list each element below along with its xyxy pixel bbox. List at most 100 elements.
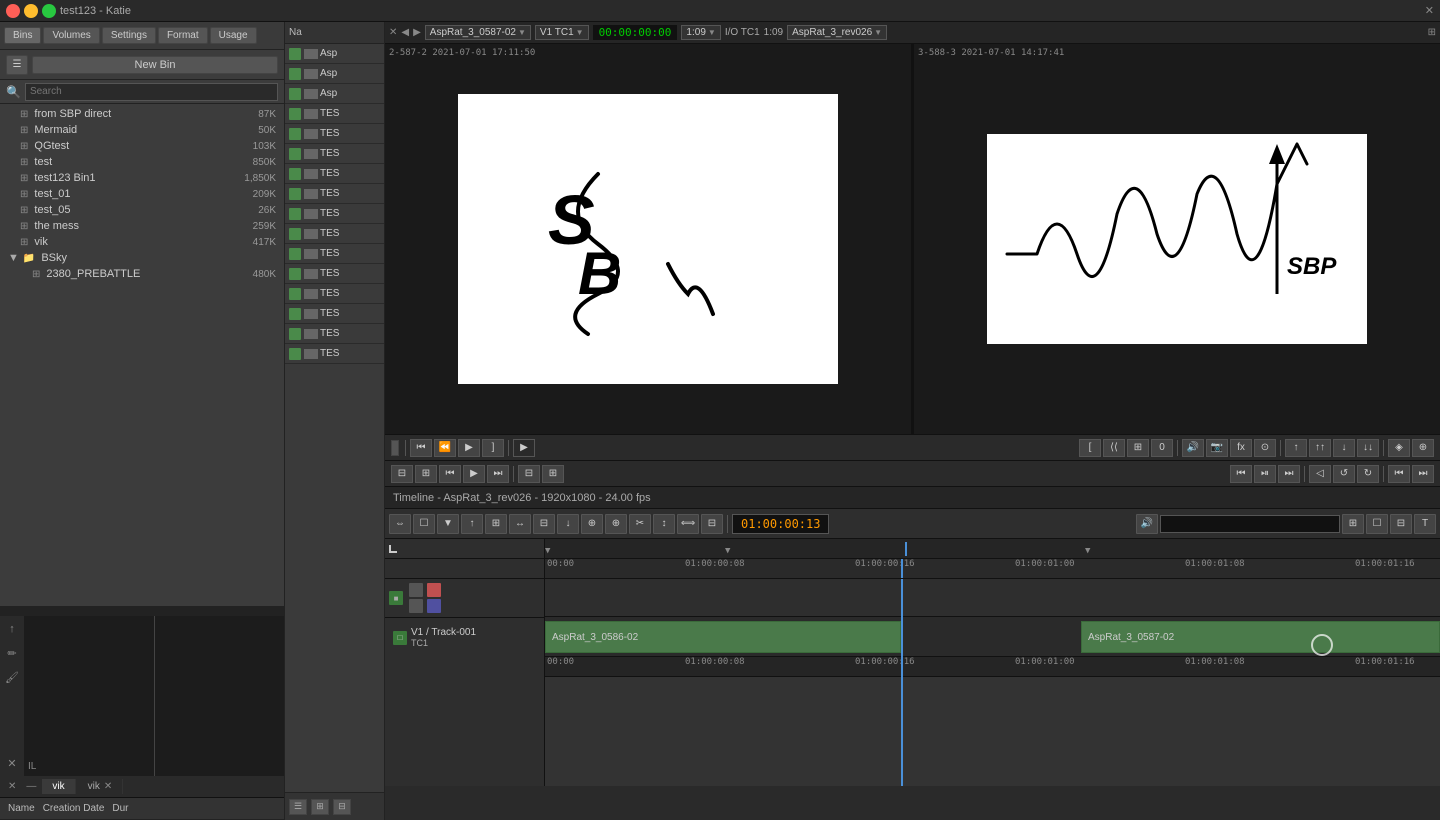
overwrite-btn[interactable]: ↓ — [1333, 439, 1355, 457]
pencil-icon[interactable]: ✏ — [3, 644, 21, 662]
tc-mode-dropdown[interactable]: V1 TC1 ▼ — [535, 25, 589, 40]
mark-in-2[interactable]: [ — [1079, 439, 1101, 457]
grid-view-btn[interactable]: ☰ — [6, 55, 28, 75]
tb2-1[interactable]: ⊟ — [391, 465, 413, 483]
bin-item[interactable]: ⊞vik417K — [0, 234, 284, 250]
tb2-end2[interactable]: ⏯ — [1254, 465, 1276, 483]
track-btn-2[interactable] — [409, 599, 423, 613]
bin-row[interactable]: TES — [285, 224, 384, 244]
tl-tool-3[interactable]: ▼ — [437, 514, 459, 534]
tb2-end6[interactable]: ↻ — [1357, 465, 1379, 483]
search-input[interactable] — [25, 83, 278, 101]
collapse-icon[interactable]: — — [22, 781, 40, 792]
mark-in-btn[interactable] — [391, 440, 399, 456]
move-clip-btn[interactable]: ⊕ — [1412, 439, 1434, 457]
bin-row[interactable]: TES — [285, 184, 384, 204]
close-btn[interactable] — [6, 4, 20, 18]
audio-btn[interactable]: 🔊 — [1182, 439, 1204, 457]
tl-tool-12[interactable]: ↕ — [653, 514, 675, 534]
tl-tool-4[interactable]: ↑ — [461, 514, 483, 534]
bin-item[interactable]: ⊞test850K — [0, 154, 284, 170]
mark-0-btn[interactable]: 0 — [1151, 439, 1173, 457]
tl-tool-11[interactable]: ✂ — [629, 514, 651, 534]
rev-dropdown[interactable]: AspRat_3_rev026 ▼ — [787, 25, 887, 40]
step-back-btn[interactable]: ⏪ — [434, 439, 456, 457]
bin-row[interactable]: TES — [285, 144, 384, 164]
tl-tool-5[interactable]: ⊞ — [485, 514, 507, 534]
bin-row[interactable]: TES — [285, 344, 384, 364]
bin-row[interactable]: TES — [285, 244, 384, 264]
format-tab[interactable]: Format — [158, 27, 208, 44]
bin-row[interactable]: Asp — [285, 44, 384, 64]
tb2-end7[interactable]: ⏮ — [1388, 465, 1410, 483]
bin-row[interactable]: Asp — [285, 84, 384, 104]
vik-tab-1[interactable]: vik — [42, 779, 75, 794]
new-bin-button[interactable]: New Bin — [32, 56, 278, 74]
tb2-end8[interactable]: ⏭ — [1412, 465, 1434, 483]
maximize-btn[interactable] — [42, 4, 56, 18]
tb2-6[interactable]: ⊟ — [518, 465, 540, 483]
tl-tool-14[interactable]: ⊟ — [701, 514, 723, 534]
bin-item[interactable]: ⊞2380_PREBATTLE480K — [0, 266, 284, 282]
tl-tool-13[interactable]: ⟺ — [677, 514, 699, 534]
play-fwd-btn[interactable]: ▶ — [513, 439, 535, 457]
tb2-2[interactable]: ⊞ — [415, 465, 437, 483]
bins-tab[interactable]: Bins — [4, 27, 41, 44]
tb2-end1[interactable]: ⏮ — [1230, 465, 1252, 483]
tb2-end3[interactable]: ⏭ — [1278, 465, 1300, 483]
close-panel-icon[interactable]: ✕ — [4, 781, 20, 792]
splice-btn[interactable]: ↓↓ — [1357, 439, 1379, 457]
bin-item[interactable]: ⊞Mermaid50K — [0, 122, 284, 138]
bin-list-view-btn[interactable]: ☰ — [289, 799, 307, 815]
tl-tool-9[interactable]: ⊕ — [581, 514, 603, 534]
bin-item[interactable]: ⊞test123 Bin11,850K — [0, 170, 284, 186]
tl-view2-btn[interactable]: ☐ — [1366, 514, 1388, 534]
track-btn-1[interactable] — [409, 583, 423, 597]
tl-tool-7[interactable]: ⊟ — [533, 514, 555, 534]
clip-1[interactable]: AspRat_3_0586-02 — [545, 621, 901, 653]
bins-scrollbar[interactable] — [0, 606, 284, 616]
viewer-nav-right[interactable]: ▶ — [413, 27, 421, 38]
settings-tab[interactable]: Settings — [102, 27, 156, 44]
bin-row[interactable]: TES — [285, 284, 384, 304]
track-red-btn[interactable] — [427, 583, 441, 597]
minimize-btn[interactable] — [24, 4, 38, 18]
tb2-7[interactable]: ⊞ — [542, 465, 564, 483]
bin-row[interactable]: TES — [285, 304, 384, 324]
arrow-icon[interactable]: ↑ — [3, 620, 21, 638]
tl-view4-btn[interactable]: T — [1414, 514, 1436, 534]
match-frame-btn[interactable]: ◈ — [1388, 439, 1410, 457]
track-blue-btn[interactable] — [427, 599, 441, 613]
tl-tool-2[interactable]: ☐ — [413, 514, 435, 534]
bin-row[interactable]: TES — [285, 324, 384, 344]
bin-row[interactable]: TES — [285, 124, 384, 144]
bin-grid-view-btn[interactable]: ⊞ — [311, 799, 329, 815]
clip-2[interactable]: AspRat_3_0587-02 — [1081, 621, 1440, 653]
tl-tool-8[interactable]: ↓ — [557, 514, 579, 534]
volumes-tab[interactable]: Volumes — [43, 27, 99, 44]
brush-icon[interactable]: 🖌 — [3, 668, 21, 686]
usage-tab[interactable]: Usage — [210, 27, 257, 44]
tb2-4[interactable]: ▶ — [463, 465, 485, 483]
tl-audio-btn[interactable]: 🔊 — [1136, 514, 1158, 534]
bin-item[interactable]: ▼📁BSky — [0, 250, 284, 266]
viewer-close-icon[interactable]: ✕ — [389, 27, 397, 38]
ratio-dropdown[interactable]: 1:09 ▼ — [681, 25, 720, 40]
vik-tab-2-close[interactable]: ✕ — [104, 781, 112, 792]
tl-tool-1[interactable]: ⇔ — [389, 514, 411, 534]
v1-enable-icon[interactable]: □ — [393, 631, 407, 645]
viewer-expand-icon[interactable]: ⊞ — [1428, 27, 1436, 38]
tl-tool-10[interactable]: ⊕ — [605, 514, 627, 534]
play-btn[interactable]: ▶ — [458, 439, 480, 457]
tl-view-btn[interactable]: ⊞ — [1342, 514, 1364, 534]
go-start-btn[interactable]: ⏮ — [410, 439, 432, 457]
clip-name-dropdown[interactable]: AspRat_3_0587-02 ▼ — [425, 25, 531, 40]
fx-btn[interactable]: fx — [1230, 439, 1252, 457]
go-in-btn[interactable]: ⟨⟨ — [1103, 439, 1125, 457]
bin-item[interactable]: ⊞from SBP direct87K — [0, 106, 284, 122]
viewer-nav-left[interactable]: ◀ — [401, 27, 409, 38]
bin-item[interactable]: ⊞test_0526K — [0, 202, 284, 218]
bin-row[interactable]: TES — [285, 104, 384, 124]
bin-row[interactable]: TES — [285, 264, 384, 284]
track-nav-icon[interactable] — [389, 545, 397, 553]
